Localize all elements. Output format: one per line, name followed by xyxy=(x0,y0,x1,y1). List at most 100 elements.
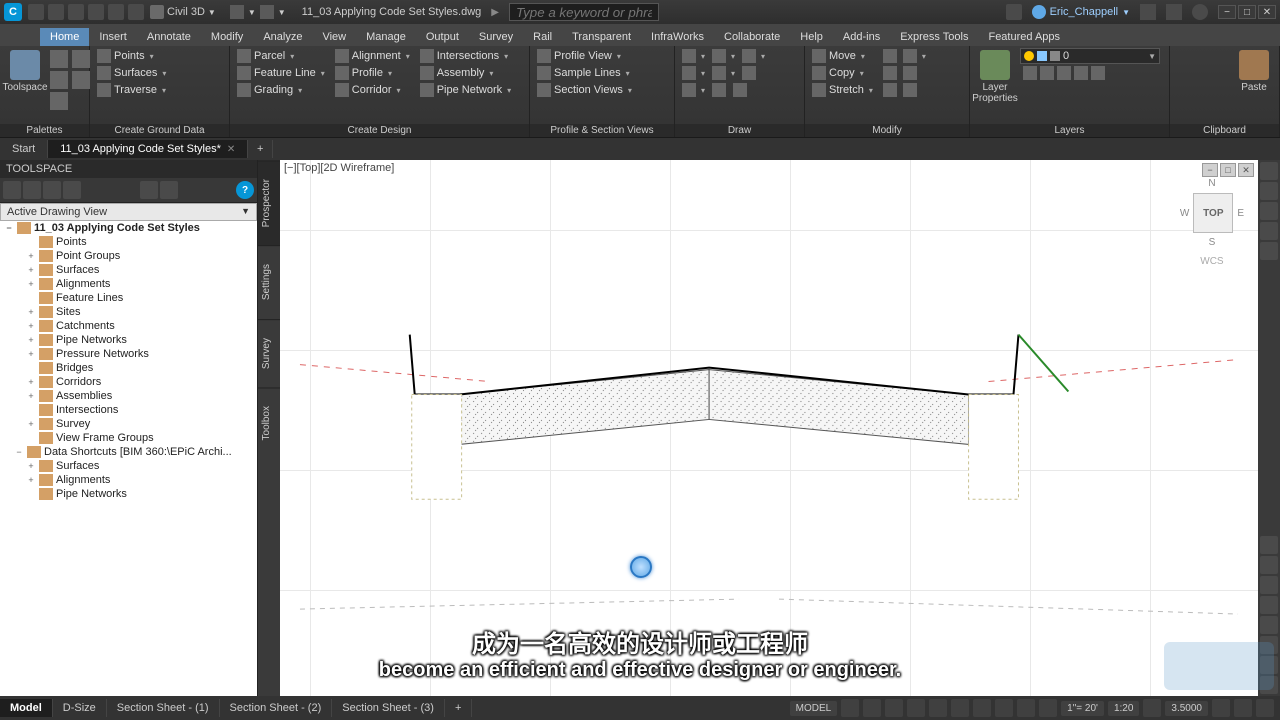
status-dyn-icon[interactable] xyxy=(995,699,1013,717)
status-snap-icon[interactable] xyxy=(863,699,881,717)
tree-item[interactable]: Bridges xyxy=(0,361,257,375)
expand-icon[interactable]: + xyxy=(26,307,36,317)
tree-item[interactable]: +Survey xyxy=(0,417,257,431)
nav-orbit-icon[interactable] xyxy=(1260,222,1278,240)
status-ortho-icon[interactable] xyxy=(885,699,903,717)
design-profile[interactable]: Profile▾ xyxy=(332,65,413,81)
ground-traverse[interactable]: Traverse▾ xyxy=(94,82,169,98)
wcs-label[interactable]: WCS xyxy=(1180,256,1244,267)
modify-stretch[interactable]: Stretch▾ xyxy=(809,82,876,98)
palette-icon-3[interactable] xyxy=(50,92,68,110)
help-icon[interactable]: ? xyxy=(236,181,254,199)
status-grid-icon[interactable] xyxy=(841,699,859,717)
toolspace-tab-survey[interactable]: Survey xyxy=(258,319,280,387)
qat-plot-icon[interactable] xyxy=(128,4,144,20)
expand-icon[interactable]: − xyxy=(4,223,14,233)
status-customize-icon[interactable] xyxy=(1256,699,1274,717)
panel-label[interactable]: Palettes xyxy=(0,124,89,137)
tree-item[interactable]: +Alignments xyxy=(0,473,257,487)
ribbon-tab-add-ins[interactable]: Add-ins xyxy=(833,28,890,46)
palette-icon-5[interactable] xyxy=(72,71,90,89)
qat-new-icon[interactable] xyxy=(28,4,44,20)
tree-item[interactable]: +Sites xyxy=(0,305,257,319)
close-button[interactable]: ✕ xyxy=(1258,5,1276,19)
status-3dosnap-icon[interactable] xyxy=(951,699,969,717)
ribbon-tab-collaborate[interactable]: Collaborate xyxy=(714,28,790,46)
tree-item[interactable]: +Pipe Networks xyxy=(0,333,257,347)
nav-zoom-icon[interactable] xyxy=(1260,202,1278,220)
design-parcel[interactable]: Parcel▾ xyxy=(234,48,328,64)
maximize-button[interactable]: □ xyxy=(1238,5,1256,19)
toolspace-tree[interactable]: −11_03 Applying Code Set StylesPoints+Po… xyxy=(0,221,257,696)
layout-tab[interactable]: Model xyxy=(0,699,53,717)
layout-tab[interactable]: Section Sheet - (2) xyxy=(220,699,333,717)
ribbon-tab-analyze[interactable]: Analyze xyxy=(253,28,312,46)
expand-icon[interactable]: + xyxy=(26,391,36,401)
status-scale-ratio[interactable]: 1:20 xyxy=(1108,701,1139,716)
ribbon-tab-survey[interactable]: Survey xyxy=(469,28,523,46)
ts-tool-icon[interactable] xyxy=(23,181,41,199)
expand-icon[interactable]: + xyxy=(26,461,36,471)
draw-shapes[interactable]: ▾ ▾ xyxy=(679,65,768,81)
profile-sample-lines[interactable]: Sample Lines▾ xyxy=(534,65,635,81)
panel-label[interactable]: Layers xyxy=(970,124,1169,137)
ribbon-tab-home[interactable]: Home xyxy=(40,28,89,46)
nav-tool-icon[interactable] xyxy=(1260,576,1278,594)
modify-move[interactable]: Move▾ xyxy=(809,48,876,64)
user-menu[interactable]: Eric_Chappell ▼ xyxy=(1032,5,1130,19)
design-assembly[interactable]: Assembly▾ xyxy=(417,65,514,81)
expand-icon[interactable]: + xyxy=(26,419,36,429)
expand-icon[interactable]: + xyxy=(26,279,36,289)
status-osnap-icon[interactable] xyxy=(929,699,947,717)
workspace-switcher[interactable]: Civil 3D ▼ xyxy=(150,5,216,19)
toolspace-tab-prospector[interactable]: Prospector xyxy=(258,160,280,245)
ts-tool-icon[interactable] xyxy=(160,181,178,199)
app-icon[interactable]: C xyxy=(4,3,22,21)
ribbon-tab-help[interactable]: Help xyxy=(790,28,833,46)
panel-label[interactable]: Create Ground Data xyxy=(90,124,229,137)
ribbon-tab-modify[interactable]: Modify xyxy=(201,28,253,46)
chevron-down-icon[interactable]: ▼ xyxy=(278,8,286,17)
nav-wheel-icon[interactable] xyxy=(1260,162,1278,180)
design-feature-line[interactable]: Feature Line▾ xyxy=(234,65,328,81)
layout-tab[interactable]: Section Sheet - (1) xyxy=(107,699,220,717)
expand-icon[interactable]: + xyxy=(26,251,36,261)
modify-copy[interactable]: Copy▾ xyxy=(809,65,876,81)
status-gear-icon[interactable] xyxy=(1143,699,1161,717)
ts-tool-icon[interactable] xyxy=(43,181,61,199)
ground-surfaces[interactable]: Surfaces▾ xyxy=(94,65,169,81)
expand-icon[interactable]: − xyxy=(14,447,24,457)
qat-redo-icon[interactable] xyxy=(108,4,124,20)
status-lwt-icon[interactable] xyxy=(1017,699,1035,717)
ribbon-tab-output[interactable]: Output xyxy=(416,28,469,46)
toolspace-filter[interactable]: Active Drawing View ▼ xyxy=(0,203,257,221)
ts-tool-icon[interactable] xyxy=(63,181,81,199)
save-disk-icon[interactable] xyxy=(230,5,244,19)
tree-item[interactable]: +Alignments xyxy=(0,277,257,291)
share-icon[interactable] xyxy=(260,5,274,19)
modify-rotate[interactable]: ▾ xyxy=(880,48,929,64)
ground-points[interactable]: Points▾ xyxy=(94,48,169,64)
ribbon-tab-view[interactable]: View xyxy=(312,28,356,46)
layer-properties-button[interactable]: Layer Properties xyxy=(974,48,1016,124)
tree-item[interactable]: −Data Shortcuts [BIM 360:\EPiC Archi... xyxy=(0,445,257,459)
nav-tool-icon[interactable] xyxy=(1260,536,1278,554)
ribbon-tab-infraworks[interactable]: InfraWorks xyxy=(641,28,714,46)
add-layout-button[interactable]: + xyxy=(445,699,472,717)
profile-profile-view[interactable]: Profile View▾ xyxy=(534,48,635,64)
design-intersections[interactable]: Intersections▾ xyxy=(417,48,514,64)
layer-tools[interactable] xyxy=(1020,65,1165,81)
toolspace-button[interactable]: Toolspace xyxy=(4,48,46,124)
tree-item[interactable]: +Surfaces xyxy=(0,459,257,473)
tree-item[interactable]: +Point Groups xyxy=(0,249,257,263)
expand-icon[interactable]: + xyxy=(26,335,36,345)
nav-tool-icon[interactable] xyxy=(1260,596,1278,614)
status-dynucs-icon[interactable] xyxy=(973,699,991,717)
panel-label[interactable]: Draw xyxy=(675,124,804,137)
draw-misc[interactable]: ▾ xyxy=(679,82,768,98)
ribbon-tab-transparent[interactable]: Transparent xyxy=(562,28,641,46)
close-icon[interactable]: ✕ xyxy=(227,144,235,155)
ribbon-tab-annotate[interactable]: Annotate xyxy=(137,28,201,46)
viewcube-n[interactable]: N xyxy=(1180,178,1244,189)
minimize-button[interactable]: − xyxy=(1218,5,1236,19)
